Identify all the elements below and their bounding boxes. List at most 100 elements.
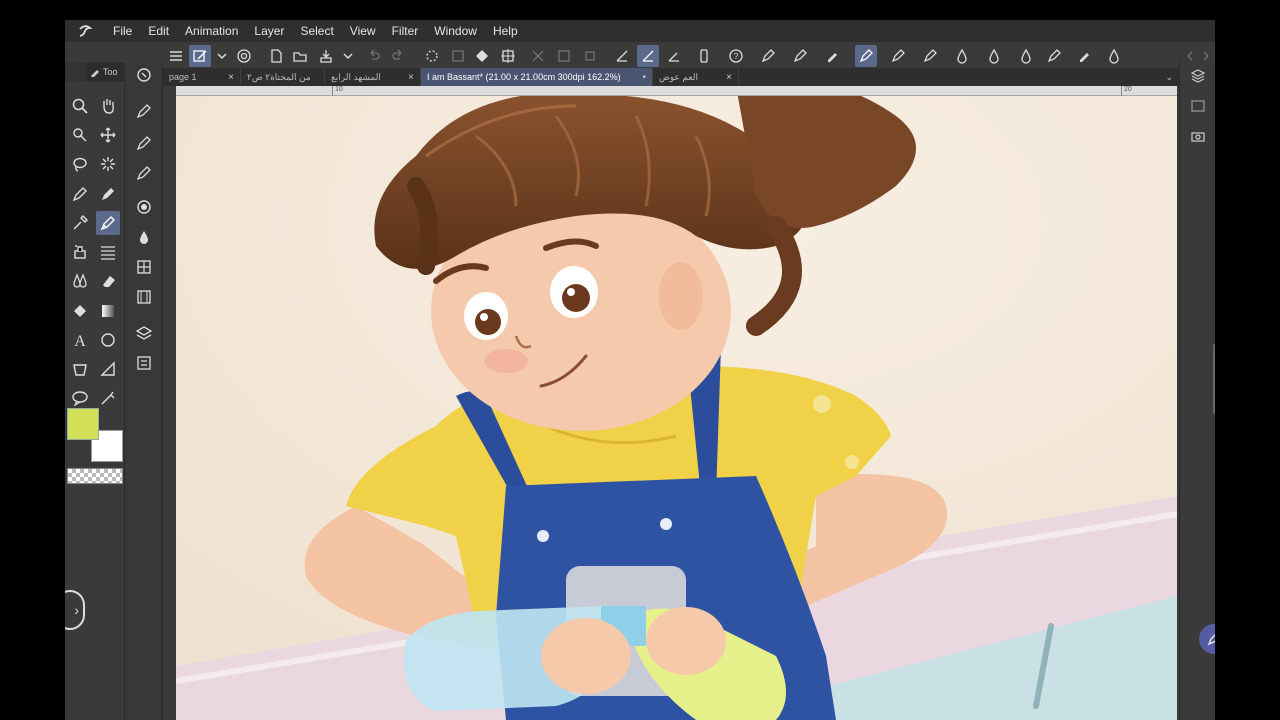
figure-tool-icon[interactable] — [96, 328, 120, 352]
main-color-swatch[interactable] — [67, 408, 99, 440]
panel-scrollbar[interactable] — [1213, 344, 1215, 414]
ruler-tool-icon[interactable] — [96, 357, 120, 381]
menu-help[interactable]: Help — [485, 24, 526, 38]
modified-dot-icon: • — [642, 71, 646, 83]
marker-preset-icon[interactable] — [821, 45, 843, 67]
menu-filter[interactable]: Filter — [384, 24, 427, 38]
decoration-tool-icon[interactable] — [96, 240, 120, 264]
hamburger-menu-icon[interactable] — [165, 45, 187, 67]
menu-view[interactable]: View — [342, 24, 384, 38]
frame-border-tool-icon[interactable] — [68, 357, 92, 381]
ink-pen-preset-icon[interactable] — [887, 45, 909, 67]
brush-preset-active-icon[interactable] — [855, 45, 877, 67]
save-icon[interactable] — [315, 45, 337, 67]
pen-tool-icon[interactable] — [68, 182, 92, 206]
tabs-chevron-down-icon[interactable]: ⌄ — [1165, 72, 1173, 83]
sub-pen-icon[interactable] — [131, 98, 157, 124]
auto-select-icon[interactable] — [96, 152, 120, 176]
sub-texture-icon[interactable] — [131, 194, 157, 220]
sub-tool-settings-icon[interactable] — [131, 62, 157, 88]
object-tool-icon[interactable] — [68, 123, 92, 147]
redo-icon[interactable] — [387, 45, 409, 67]
airbrush-preset-icon[interactable] — [1103, 45, 1125, 67]
blend-tool-icon[interactable] — [68, 269, 92, 293]
tool-palette-tab[interactable]: Too — [87, 63, 125, 81]
transparent-color-swatch[interactable] — [67, 468, 123, 484]
fill-tool-icon[interactable] — [68, 299, 92, 323]
open-folder-icon[interactable] — [289, 45, 311, 67]
close-icon[interactable]: × — [228, 72, 234, 83]
sketch-preset-icon[interactable] — [919, 45, 941, 67]
ruler-icon[interactable] — [611, 45, 633, 67]
svg-text:A: A — [74, 333, 86, 349]
lasso-select-icon[interactable] — [68, 152, 92, 176]
edit-mode-icon[interactable] — [189, 45, 211, 67]
correct-line-tool-icon[interactable] — [96, 386, 120, 410]
eyedropper-tool-icon[interactable] — [68, 211, 92, 235]
watercolor-brush-icon[interactable] — [1015, 45, 1037, 67]
loading-icon[interactable] — [421, 45, 443, 67]
tab-page-1[interactable]: page 1 × — [163, 68, 241, 86]
sub-tool-column — [125, 62, 163, 720]
undo-icon[interactable] — [363, 45, 385, 67]
menu-layer[interactable]: Layer — [246, 24, 292, 38]
chevron-down-icon[interactable] — [211, 45, 233, 67]
new-file-icon[interactable] — [265, 45, 287, 67]
smartphone-icon[interactable] — [693, 45, 715, 67]
eraser-tool-icon[interactable] — [96, 269, 120, 293]
sub-properties-icon[interactable] — [131, 350, 157, 376]
close-icon[interactable]: × — [726, 72, 732, 83]
eraser-preset-icon[interactable] — [1073, 45, 1095, 67]
tab-document-2[interactable]: من المحتاة٢ ص٢ — [241, 68, 325, 86]
svg-text:?: ? — [734, 52, 739, 61]
menu-edit[interactable]: Edit — [140, 24, 177, 38]
move-layer-icon[interactable] — [96, 123, 120, 147]
pen-icon — [1207, 633, 1215, 646]
deselect-icon[interactable] — [527, 45, 549, 67]
brush-tool-icon[interactable] — [96, 211, 120, 235]
sub-layers-icon[interactable] — [131, 320, 157, 346]
text-tool-icon[interactable]: A — [68, 328, 92, 352]
close-icon[interactable]: × — [408, 72, 414, 83]
transform-icon[interactable] — [497, 45, 519, 67]
help-icon[interactable]: ? — [725, 45, 747, 67]
sub-pen-2-icon[interactable] — [131, 130, 157, 156]
hand-tool-icon[interactable] — [96, 94, 120, 118]
sub-pen-3-icon[interactable] — [131, 160, 157, 186]
fill-icon[interactable] — [471, 45, 493, 67]
pen-preset-icon[interactable] — [757, 45, 779, 67]
airbrush-tool-icon[interactable] — [68, 240, 92, 264]
drawing-canvas[interactable] — [176, 96, 1177, 720]
liner-preset-icon[interactable] — [1043, 45, 1065, 67]
menu-file[interactable]: File — [105, 24, 140, 38]
right-panel-strip — [1179, 62, 1215, 720]
chevron-down-icon[interactable] — [337, 45, 359, 67]
snap-special-ruler-icon[interactable] — [663, 45, 685, 67]
navigator-panel-icon[interactable] — [1188, 96, 1208, 116]
invert-selection-icon[interactable] — [553, 45, 575, 67]
crop-icon[interactable] — [579, 45, 601, 67]
tab-i-am-bassant[interactable]: I am Bassant* (21.00 x 21.00cm 300dpi 16… — [421, 68, 653, 86]
expand-panel-handle[interactable]: › — [65, 590, 85, 630]
pencil-tool-icon[interactable] — [96, 182, 120, 206]
clear-icon[interactable] — [447, 45, 469, 67]
layers-panel-icon[interactable] — [1188, 66, 1208, 86]
pencil-preset-icon[interactable] — [789, 45, 811, 67]
companion-icon[interactable] — [233, 45, 255, 67]
snap-ruler-icon[interactable] — [637, 45, 659, 67]
blend-brush-icon[interactable] — [983, 45, 1005, 67]
water-brush-icon[interactable] — [951, 45, 973, 67]
camera-panel-icon[interactable] — [1188, 126, 1208, 146]
app-logo-icon[interactable] — [65, 23, 105, 39]
tab-document-3[interactable]: المشهد الرابع × — [325, 68, 421, 86]
sub-grid-icon[interactable] — [131, 254, 157, 280]
menu-animation[interactable]: Animation — [177, 24, 246, 38]
balloon-tool-icon[interactable] — [68, 386, 92, 410]
gradient-tool-icon[interactable] — [96, 299, 120, 323]
zoom-tool-icon[interactable] — [68, 94, 92, 118]
tab-document-5[interactable]: العم عوض × — [653, 68, 739, 86]
sub-water-icon[interactable] — [131, 224, 157, 250]
menu-window[interactable]: Window — [426, 24, 485, 38]
sub-film-icon[interactable] — [131, 284, 157, 310]
menu-select[interactable]: Select — [292, 24, 341, 38]
